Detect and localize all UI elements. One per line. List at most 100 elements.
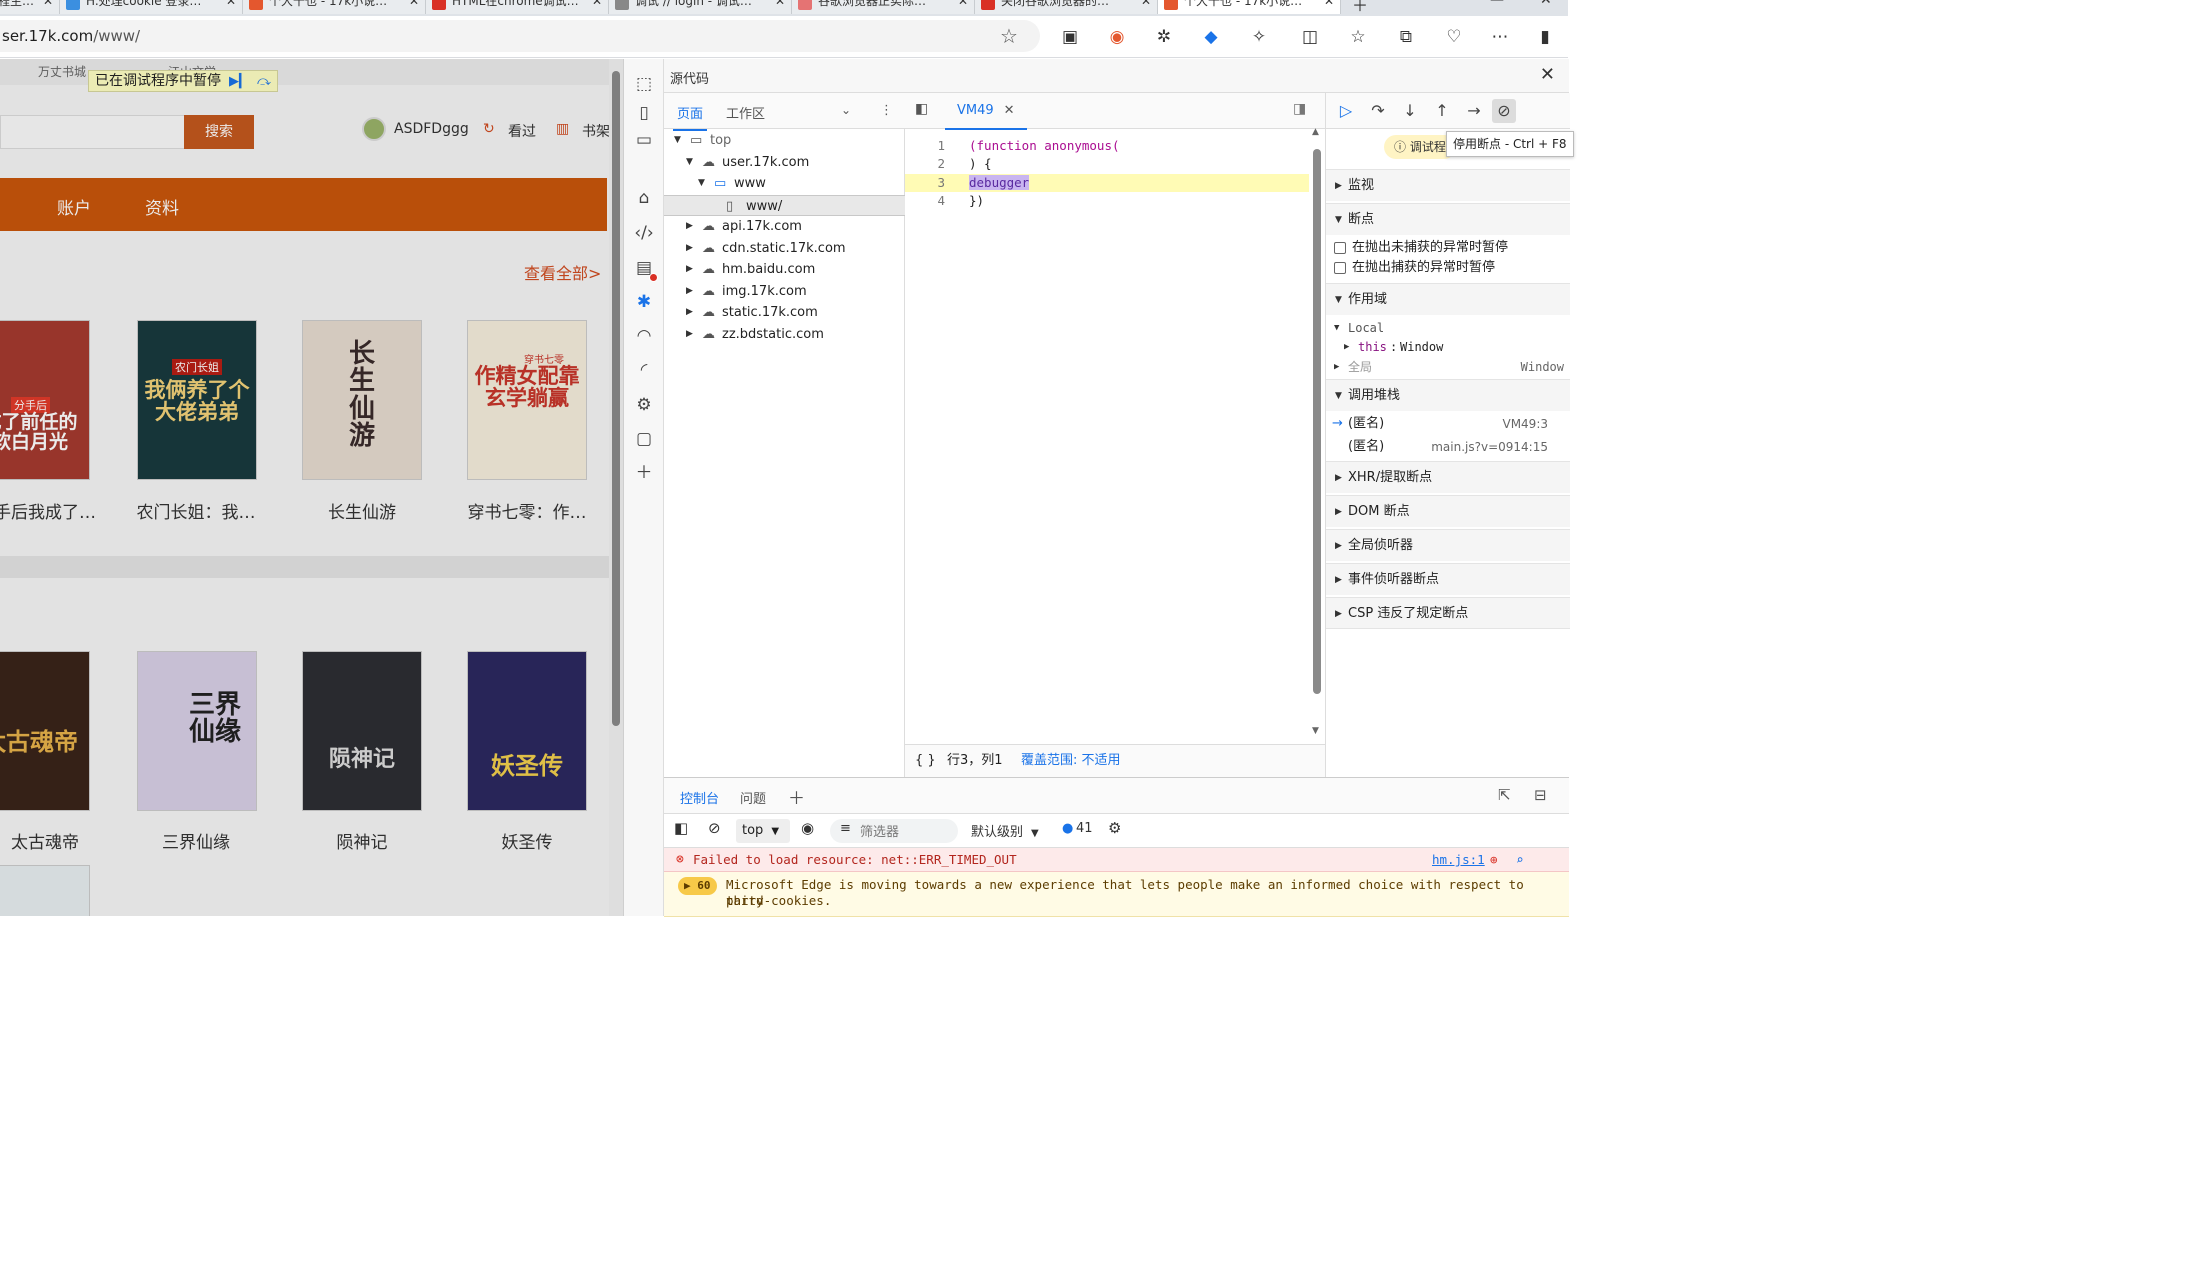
tab-workspace[interactable]: 工作区 xyxy=(726,103,765,122)
book-cover[interactable]: 妖圣传 xyxy=(467,651,587,811)
close-window-icon[interactable]: ✕ xyxy=(1540,0,1552,8)
device-emulation-icon[interactable]: ▯ xyxy=(632,101,656,125)
pause-uncaught-option[interactable]: 在抛出未捕获的异常时暂停 xyxy=(1326,238,1570,258)
username[interactable]: ASDFDggg xyxy=(394,121,469,137)
tree-item[interactable]: ▼ ▭ www xyxy=(664,173,905,194)
undock-drawer-icon[interactable]: ⇱ xyxy=(1498,786,1511,804)
sidebar-toggle-icon[interactable]: ◧ xyxy=(674,819,688,837)
collapse-icon[interactable]: ▼ xyxy=(698,173,705,194)
expand-icon[interactable]: ▶ xyxy=(686,281,693,302)
section-scope[interactable]: ▼ 作用域 xyxy=(1326,283,1570,315)
home-icon[interactable]: ⌂ xyxy=(632,186,656,210)
book-title[interactable]: 陨神记 xyxy=(277,828,447,853)
top-link[interactable]: 万丈书城 xyxy=(38,63,86,80)
close-icon[interactable]: ✕ xyxy=(592,0,602,12)
more-tools-plus-icon[interactable]: ＋ xyxy=(632,461,656,485)
application-icon[interactable]: ▢ xyxy=(632,427,656,451)
scrollbar-thumb[interactable] xyxy=(612,71,620,726)
memory-chip-icon[interactable]: ⚙ xyxy=(632,393,656,417)
scrollbar-thumb[interactable] xyxy=(1313,149,1321,694)
browser-tab[interactable]: 编程生… ✕ xyxy=(0,0,60,14)
filter-input[interactable]: 筛选器 xyxy=(860,821,899,840)
close-icon[interactable]: ✕ xyxy=(1004,103,1015,118)
tree-item[interactable]: ▶ ☁ hm.baidu.com xyxy=(664,259,905,280)
editor-tab-vm49[interactable]: VM49 ✕ xyxy=(945,93,1027,130)
frame-location[interactable]: VM49:3 xyxy=(1502,413,1548,435)
book-title[interactable]: 妖圣传 xyxy=(442,828,612,853)
expand-icon[interactable]: ▶ xyxy=(686,259,693,280)
tree-item[interactable]: ▯ www/ xyxy=(664,194,905,216)
tree-item[interactable]: ▶ ☁ api.17k.com xyxy=(664,216,905,237)
tree-item[interactable]: ▶ ☁ zz.bdstatic.com xyxy=(664,324,905,345)
call-frame[interactable]: (匿名) main.js?v=0914:15 xyxy=(1326,436,1570,458)
collapse-icon[interactable]: ▼ xyxy=(686,152,693,173)
checkbox[interactable] xyxy=(1334,242,1346,254)
call-frame[interactable]: → (匿名) VM49:3 xyxy=(1326,413,1570,435)
sidebar-icon[interactable]: ▮ xyxy=(1532,24,1558,50)
settings-gear-icon[interactable]: ⚙ xyxy=(1108,819,1121,837)
browser-tab[interactable]: 关闭谷歌浏览器的… ✕ xyxy=(975,0,1158,14)
tab-issues[interactable]: 问题 xyxy=(740,788,766,807)
inspect-icon[interactable]: ⬚ xyxy=(632,72,656,96)
code-line[interactable]: 1 (function anonymous( xyxy=(905,137,1309,155)
line-number[interactable]: 3 xyxy=(905,174,945,192)
resume-icon[interactable]: ▷ xyxy=(1334,99,1358,123)
scope-this[interactable]: ▶ this: Window xyxy=(1326,337,1570,357)
bookshelf-icon[interactable]: ▥ xyxy=(556,121,569,137)
editor-scrollbar[interactable]: ▲ ▼ xyxy=(1309,127,1325,741)
close-icon[interactable]: ✕ xyxy=(409,0,419,12)
context-select[interactable]: top ▼ xyxy=(736,819,790,843)
warning-count-badge[interactable]: ▶ 60 xyxy=(678,877,717,895)
view-all-link[interactable]: 查看全部> xyxy=(524,260,601,284)
section-xhr-breakpoints[interactable]: ▶ XHR/提取断点 xyxy=(1326,461,1570,493)
line-number[interactable]: 1 xyxy=(905,137,945,155)
code-line[interactable]: 3 debugger xyxy=(905,173,1309,192)
tab-console[interactable]: 控制台 xyxy=(680,788,719,807)
close-icon[interactable]: ✕ xyxy=(43,0,53,12)
step-over-icon[interactable]: ↷ xyxy=(1366,99,1390,123)
section-breakpoints[interactable]: ▼ 断点 xyxy=(1326,203,1570,235)
avatar[interactable] xyxy=(362,117,386,141)
extension-icon[interactable]: ✲ xyxy=(1151,24,1177,50)
section-call-stack[interactable]: ▼ 调用堆栈 xyxy=(1326,379,1570,411)
issue-icon[interactable]: ⊕ xyxy=(1490,848,1498,872)
extension-icon[interactable]: ◆ xyxy=(1198,24,1224,50)
scroll-up-icon[interactable]: ▲ xyxy=(1312,127,1319,137)
history-icon[interactable]: ↻ xyxy=(483,121,495,137)
message-count[interactable]: 41 xyxy=(1076,821,1093,836)
elements-icon[interactable]: ‹/› xyxy=(632,221,656,245)
coverage-link[interactable]: 覆盖范围: 不适用 xyxy=(1021,745,1121,777)
browser-tab[interactable]: 谷歌浏览器正实际… ✕ xyxy=(792,0,975,14)
extensions-puzzle-icon[interactable]: ✧ xyxy=(1246,24,1272,50)
section-event-listener-breakpoints[interactable]: ▶ 事件侦听器断点 xyxy=(1326,563,1570,595)
viewed-link[interactable]: 看过 xyxy=(508,121,536,141)
tab-page[interactable]: 页面 xyxy=(672,103,708,131)
console-icon[interactable]: ▤ xyxy=(632,256,658,282)
book-cover[interactable]: 三界仙缘 xyxy=(137,651,257,811)
resume-icon[interactable]: ▶▎ xyxy=(229,74,249,89)
scroll-down-icon[interactable]: ▼ xyxy=(1312,726,1319,736)
book-title[interactable]: 长生仙游 xyxy=(277,498,447,523)
close-icon[interactable]: ✕ xyxy=(1540,64,1555,85)
close-icon[interactable]: ✕ xyxy=(1141,0,1151,12)
step-into-icon[interactable]: ↓ xyxy=(1398,99,1422,123)
book-title[interactable]: 三界仙缘 xyxy=(111,828,281,853)
close-icon[interactable]: ✕ xyxy=(775,0,785,12)
browser-tab[interactable]: 个大千也 - 17k小说… ✕ xyxy=(243,0,426,14)
step-over-icon[interactable]: ⤼ xyxy=(257,74,271,89)
book-cover[interactable]: 农门长姐 我俩养了个大佬弟弟 xyxy=(137,320,257,480)
tree-item[interactable]: ▶ ☁ img.17k.com xyxy=(664,281,905,302)
error-source-link[interactable]: hm.js:1 xyxy=(1432,848,1485,872)
expand-icon[interactable]: ▶ xyxy=(686,324,693,345)
browser-tab-active[interactable]: 个大千也 - 17k小说… ✕ xyxy=(1158,0,1341,14)
nav-item-profile[interactable]: 资料 xyxy=(145,194,179,219)
line-number[interactable]: 2 xyxy=(905,155,945,173)
browser-tab[interactable]: 调试 // login - 调试… ✕ xyxy=(609,0,792,14)
book-cover[interactable]: 穿书七零 作精女配靠玄学躺赢 xyxy=(467,320,587,480)
code-line[interactable]: 2) { xyxy=(905,155,1309,173)
dock-icon[interactable]: ▭ xyxy=(632,128,656,152)
new-tab-icon[interactable]: ＋ xyxy=(1352,0,1368,16)
step-icon[interactable]: → xyxy=(1462,99,1486,123)
collapse-drawer-icon[interactable]: ⊟ xyxy=(1534,786,1547,804)
minimize-icon[interactable]: — xyxy=(1490,0,1504,8)
